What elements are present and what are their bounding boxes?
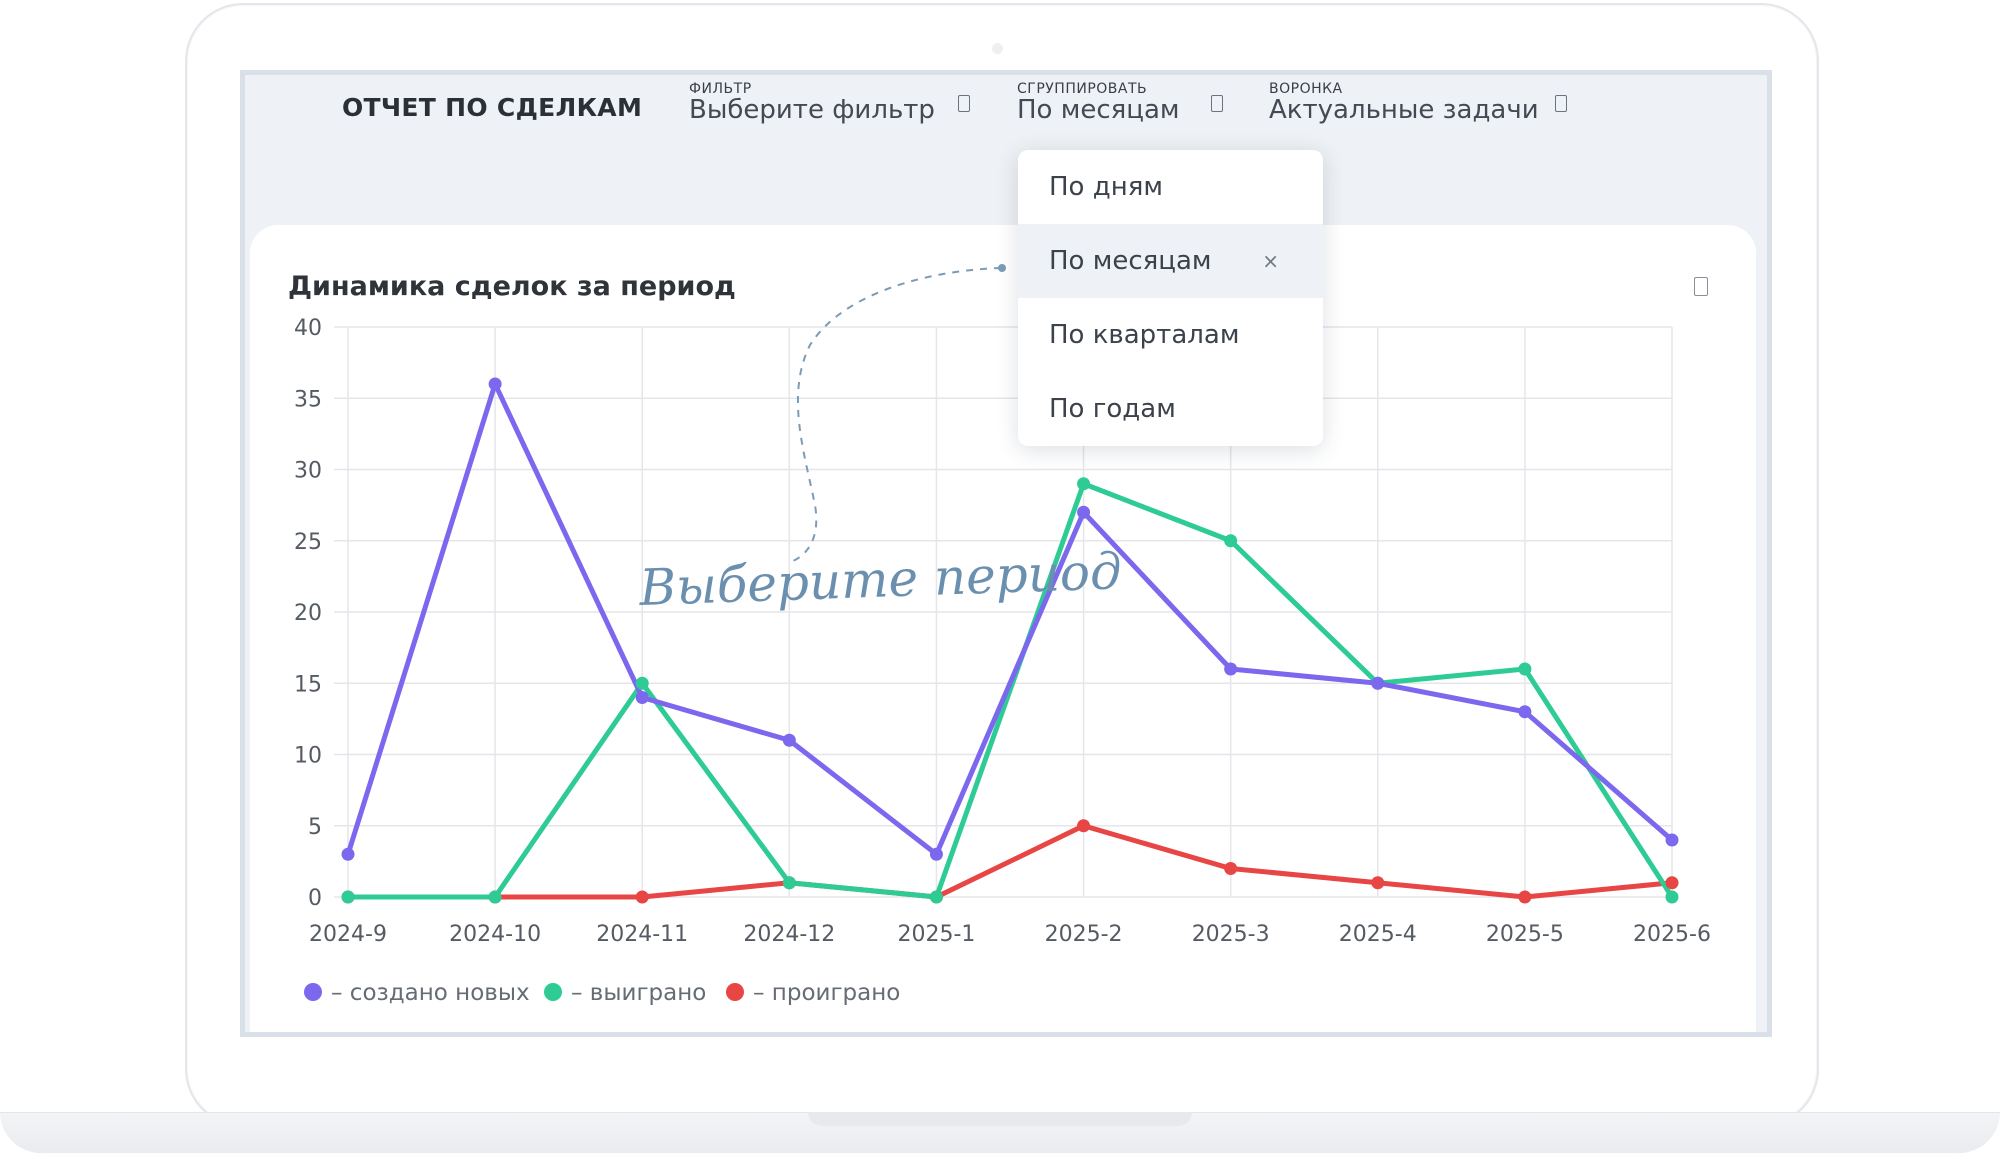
app-screen: ОТЧЕТ ПО СДЕЛКАМ ФИЛЬТР Выберите фильтр … — [240, 70, 1772, 1037]
dropdown-item-years[interactable]: По годам — [1018, 372, 1323, 446]
x-tick-label: 2025-2 — [1045, 922, 1123, 947]
data-point[interactable] — [929, 890, 943, 904]
legend-label[interactable]: – создано новых — [331, 980, 530, 1006]
data-point[interactable] — [929, 847, 943, 861]
data-point[interactable] — [635, 676, 649, 690]
data-point[interactable] — [488, 890, 502, 904]
y-tick-label: 0 — [308, 886, 322, 911]
data-point[interactable] — [1518, 705, 1532, 719]
filter-select[interactable]: ФИЛЬТР Выберите фильтр — [689, 81, 935, 125]
data-point[interactable] — [1077, 819, 1091, 833]
dropdown-item-label: По дням — [1049, 172, 1163, 202]
x-tick-label: 2025-1 — [897, 922, 975, 947]
dropdown-item-quarters[interactable]: По кварталам — [1018, 298, 1323, 372]
report-title: ОТЧЕТ ПО СДЕЛКАМ — [342, 93, 643, 122]
data-point[interactable] — [341, 890, 355, 904]
data-point[interactable] — [1518, 662, 1532, 676]
data-point[interactable] — [1371, 676, 1385, 690]
data-point[interactable] — [635, 890, 649, 904]
y-tick-label: 30 — [294, 459, 322, 484]
y-tick-label: 15 — [294, 672, 322, 697]
chart-card: Динамика сделок за период 0 5 10 15 20 25 30 35… — [250, 225, 1756, 1032]
camera-dot — [992, 43, 1003, 54]
data-point[interactable] — [635, 691, 649, 704]
legend-marker — [726, 983, 744, 1001]
dropdown-item-label: По кварталам — [1049, 320, 1240, 350]
data-point[interactable] — [488, 377, 502, 391]
x-tick-label: 2025-4 — [1339, 922, 1417, 947]
x-tick-label: 2025-6 — [1633, 922, 1711, 947]
series-line — [348, 823, 1673, 900]
data-point[interactable] — [1665, 876, 1679, 890]
y-tick-label: 10 — [294, 744, 322, 769]
group-value: По месяцам — [1017, 95, 1180, 125]
dropdown-item-days[interactable]: По дням — [1018, 150, 1323, 224]
dropdown-item-label: По годам — [1049, 394, 1176, 424]
line-chart: 0 5 10 15 20 25 30 35 40 2024-9 2024-10 2024-11 202… — [294, 316, 1711, 1006]
data-point[interactable] — [1518, 890, 1532, 904]
y-tick-label: 20 — [294, 601, 322, 626]
legend-marker — [304, 983, 322, 1001]
funnel-select[interactable]: ВОРОНКА Актуальные задачи — [1269, 81, 1539, 125]
funnel-value: Актуальные задачи — [1269, 95, 1539, 125]
dropdown-item-label: По месяцам — [1049, 246, 1212, 276]
y-tick-label: 40 — [294, 316, 322, 341]
data-point[interactable] — [1665, 833, 1679, 847]
filter-value: Выберите фильтр — [689, 95, 935, 125]
funnel-dropdown-icon[interactable] — [1555, 95, 1567, 112]
x-tick-label: 2024-12 — [743, 922, 835, 947]
x-tick-label: 2024-9 — [309, 922, 387, 947]
data-point[interactable] — [782, 733, 796, 747]
data-point[interactable] — [341, 847, 355, 861]
x-tick-label: 2025-5 — [1486, 922, 1564, 947]
data-point[interactable] — [1665, 890, 1679, 904]
data-point[interactable] — [1224, 862, 1238, 875]
legend-label[interactable]: – проиграно — [753, 980, 900, 1006]
laptop-notch — [808, 1112, 1192, 1126]
data-point[interactable] — [1224, 534, 1238, 548]
x-tick-label: 2025-3 — [1192, 922, 1270, 947]
clear-selection-icon[interactable]: × — [1262, 224, 1279, 298]
data-point[interactable] — [1371, 876, 1385, 890]
legend-marker — [544, 983, 562, 1001]
filter-dropdown-icon[interactable] — [958, 95, 970, 112]
y-tick-label: 35 — [294, 387, 322, 412]
y-tick-label: 5 — [308, 815, 322, 840]
group-dropdown-menu: По дням По месяцам × По кварталам По год… — [1018, 150, 1323, 446]
x-tick-label: 2024-10 — [449, 922, 541, 947]
series-line — [345, 381, 1674, 857]
data-point[interactable] — [1224, 662, 1238, 676]
dropdown-item-months[interactable]: По месяцам × — [1018, 224, 1323, 298]
data-point[interactable] — [1077, 477, 1091, 491]
group-select[interactable]: СГРУППИРОВАТЬ По месяцам — [1017, 81, 1180, 125]
y-tick-label: 25 — [294, 530, 322, 555]
data-point[interactable] — [782, 876, 796, 890]
series-line — [348, 481, 1675, 900]
legend-label[interactable]: – выиграно — [571, 980, 706, 1006]
x-tick-label: 2024-11 — [596, 922, 688, 947]
report-toolbar: ОТЧЕТ ПО СДЕЛКАМ ФИЛЬТР Выберите фильтр … — [245, 75, 1767, 145]
group-dropdown-icon[interactable] — [1211, 95, 1223, 112]
data-point[interactable] — [1077, 505, 1091, 519]
